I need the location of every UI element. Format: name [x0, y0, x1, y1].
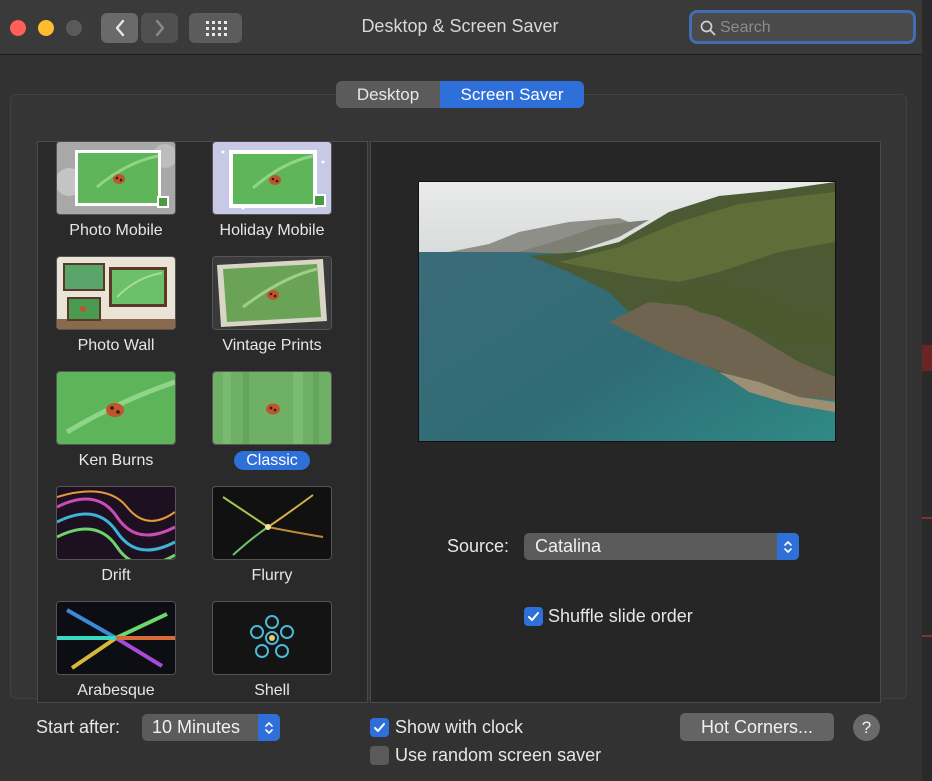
title-bar: Desktop & Screen Saver — [0, 0, 922, 55]
saver-label: Shell — [254, 682, 290, 699]
saver-item-arabesque[interactable]: Arabesque — [46, 602, 186, 702]
saver-label: Drift — [101, 567, 131, 584]
tab-desktop[interactable]: Desktop — [336, 81, 440, 108]
window-title: Desktop & Screen Saver — [361, 16, 559, 36]
saver-item-shell[interactable]: Shell — [202, 602, 342, 702]
help-button[interactable]: ? — [853, 714, 880, 741]
back-button[interactable] — [101, 13, 138, 43]
random-screen-saver-checkbox[interactable] — [370, 746, 389, 765]
saver-item-vintage-prints[interactable]: Vintage Prints — [202, 257, 342, 367]
holiday-mobile-thumbnail — [213, 142, 331, 214]
classic-thumbnail — [213, 372, 331, 444]
saver-label: Vintage Prints — [222, 337, 322, 354]
close-window-button[interactable] — [10, 20, 26, 36]
vintage-prints-thumbnail — [213, 257, 331, 329]
random-screen-saver-label: Use random screen saver — [395, 745, 602, 765]
saver-item-flurry[interactable]: Flurry — [202, 487, 342, 597]
source-label: Source: — [447, 536, 510, 556]
segmented-tabs: Desktop Screen Saver — [336, 81, 584, 108]
saver-label: Arabesque — [77, 682, 155, 699]
screen-saver-list[interactable]: Photo Mobile Holiday Mobile Photo Wall V… — [37, 141, 368, 703]
updown-arrows-icon — [777, 533, 799, 560]
shuffle-label: Shuffle slide order — [548, 606, 693, 626]
saver-label: Ken Burns — [78, 452, 154, 469]
saver-item-ken-burns[interactable]: Ken Burns — [46, 372, 186, 482]
checkmark-icon — [374, 723, 385, 732]
checkmark-icon — [528, 612, 539, 621]
drift-thumbnail — [57, 487, 175, 559]
show-all-button[interactable] — [189, 13, 242, 43]
start-after-popup[interactable]: 10 Minutes — [142, 714, 280, 741]
photo-mobile-thumbnail — [57, 142, 175, 214]
search-icon — [700, 20, 716, 36]
arabesque-thumbnail — [57, 602, 175, 674]
start-after-value: 10 Minutes — [152, 717, 241, 737]
flurry-thumbnail — [213, 487, 331, 559]
minimize-window-button[interactable] — [38, 20, 54, 36]
saver-item-drift[interactable]: Drift — [46, 487, 186, 597]
tab-screen-saver[interactable]: Screen Saver — [440, 81, 584, 108]
grid-icon — [205, 21, 227, 36]
updown-arrows-icon — [258, 714, 280, 741]
zoom-window-button[interactable] — [66, 20, 82, 36]
saver-item-photo-wall[interactable]: Photo Wall — [46, 257, 186, 367]
saver-label: Photo Wall — [77, 337, 155, 354]
saver-label-selected: Classic — [202, 451, 342, 470]
shell-thumbnail — [213, 602, 331, 674]
saver-label: Holiday Mobile — [219, 222, 325, 239]
search-field[interactable] — [689, 10, 916, 44]
forward-button[interactable] — [141, 13, 178, 43]
source-value: Catalina — [535, 536, 602, 556]
background-window-edge — [922, 0, 932, 781]
photo-wall-thumbnail — [57, 257, 175, 329]
saver-item-classic[interactable]: Classic — [202, 372, 342, 482]
show-with-clock-label: Show with clock — [395, 717, 524, 737]
hot-corners-button[interactable]: Hot Corners... — [680, 713, 834, 741]
show-with-clock-checkbox[interactable] — [370, 718, 389, 737]
shuffle-checkbox[interactable] — [524, 607, 543, 626]
start-after-label: Start after: — [36, 717, 121, 737]
saver-item-photo-mobile[interactable]: Photo Mobile — [46, 142, 186, 252]
source-popup[interactable]: Catalina — [524, 533, 799, 560]
search-input[interactable] — [718, 16, 902, 40]
saver-label: Photo Mobile — [69, 222, 163, 239]
saver-label: Flurry — [251, 567, 293, 584]
chevron-left-icon — [115, 19, 124, 37]
coastline-cliffs-photo — [418, 181, 836, 442]
saver-item-holiday-mobile[interactable]: Holiday Mobile — [202, 142, 342, 252]
chevron-right-icon — [155, 19, 164, 37]
ken-burns-thumbnail — [57, 372, 175, 444]
